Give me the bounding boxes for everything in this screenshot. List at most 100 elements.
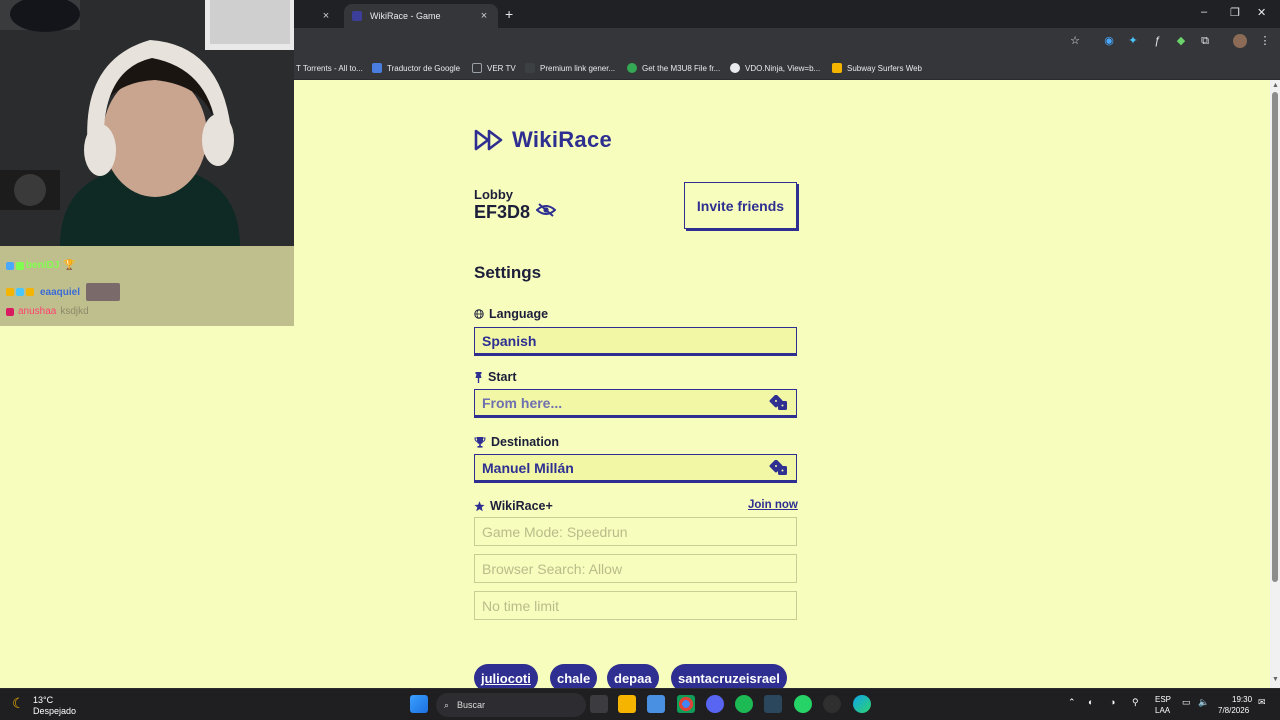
scroll-up-icon[interactable]: ▲ [1272,82,1279,89]
weather-desc[interactable]: Despejado [33,706,76,716]
subway-surfers-icon [832,63,842,73]
start-label-text: Start [488,370,517,384]
language-label-text: Language [489,307,549,321]
whatsapp-icon[interactable] [794,695,812,713]
bookmark-label: Premium link gener... [540,63,616,73]
dice-icon[interactable] [769,459,789,476]
volume-icon[interactable]: 🔈 [1198,697,1209,708]
language-select[interactable]: Spanish [474,327,797,356]
taskbar-search[interactable]: ⌕ Buscar [436,693,586,717]
bookmark-item[interactable]: VDO.Ninja, View=b... [730,61,820,75]
bookmark-item[interactable]: Get the M3U8 File fr... [627,61,720,75]
start-label: Start [474,370,516,384]
time-limit-select: No time limit [474,591,797,620]
discord-tray-icon[interactable]: ◑ [1110,697,1115,707]
join-now-link[interactable]: Join now [748,499,798,511]
bookmark-item[interactable]: T Torrents - All to... [296,61,363,75]
time-limit-value: No time limit [482,597,560,614]
lobby-label: Lobby [474,187,513,202]
start-input[interactable] [482,394,763,411]
language-indicator-bottom[interactable]: LAA [1155,706,1170,715]
bookmark-item[interactable]: Premium link gener... [525,61,615,75]
avatar[interactable] [1233,34,1247,48]
stream-chat: beniDJ 🏆 eaaquiel anushaa ksdjkd [0,246,294,326]
bookmark-label: Traductor de Google [387,63,461,73]
scrollbar-thumb[interactable] [1272,92,1278,582]
tab-previous[interactable]: × [296,4,340,28]
star-icon [474,500,485,512]
emote-icon [86,283,121,301]
translate-icon [372,63,382,73]
weather-icon[interactable]: ☾ [12,695,25,712]
brand-logo[interactable]: WikiRace [474,127,612,153]
screen: × WikiRace - Game × + – ❐ ✕ ☆ ◉ ✦ ƒ ◆ ⧉ … [0,0,1280,720]
minimize-button[interactable]: – [1201,6,1207,18]
extension-icon[interactable]: ◆ [1174,34,1188,48]
dice-icon[interactable] [769,394,789,411]
task-view-icon[interactable] [590,695,608,713]
scroll-down-icon[interactable]: ▼ [1272,676,1279,683]
tab-wikirace[interactable]: WikiRace - Game × [344,4,498,28]
invite-friends-button[interactable]: Invite friends [684,182,797,229]
edge-icon[interactable] [853,695,871,713]
clock-time[interactable]: 19:30 [1232,695,1252,704]
windows-taskbar: ☾ 13°C Despejado ⌕ Buscar ⌃ ◐ ◑ ⚲ ESP LA… [0,688,1280,720]
close-icon[interactable]: × [320,10,332,22]
close-window-button[interactable]: ✕ [1257,6,1266,19]
discord-icon[interactable] [706,695,724,713]
star-icon[interactable]: ☆ [1068,34,1082,48]
notification-icon[interactable]: ✉ [1258,697,1266,708]
spotify-icon[interactable] [735,695,753,713]
game-mode-value: Game Mode: Speedrun [482,523,628,540]
bookmark-item[interactable]: VER TV [472,61,516,75]
eye-slash-icon[interactable] [535,202,557,223]
usb-icon[interactable]: ⚲ [1132,697,1139,708]
extension-icon[interactable]: ƒ [1150,34,1164,48]
weather-temp[interactable]: 13°C [33,695,53,705]
bookmark-item[interactable]: Traductor de Google [372,61,460,75]
wikirace-plus-text: WikiRace+ [490,499,553,513]
emote-icon: 🏆 [63,260,76,271]
network-icon[interactable]: ▭ [1182,697,1191,708]
chat-user: beniDJ [26,260,60,271]
menu-icon[interactable]: ⋮ [1258,34,1272,48]
obs-icon[interactable] [823,695,841,713]
chat-user: eaaquiel [40,286,81,298]
chat-message: eaaquiel [6,283,121,301]
badge-icon [6,307,14,316]
page-scrollbar[interactable]: ▲ ▼ [1270,80,1280,688]
browser-search-value: Browser Search: Allow [482,560,623,577]
chat-message: beniDJ 🏆 [6,260,76,271]
destination-field[interactable]: Manuel Millán [474,454,797,483]
lobby-code-value: EF3D8 [474,202,531,222]
start-field[interactable] [474,389,797,418]
game-mode-select: Game Mode: Speedrun [474,517,797,546]
destination-value[interactable]: Manuel Millán [482,460,763,476]
language-label: Language [474,307,548,321]
badge-icon [26,288,34,296]
extension-icon[interactable]: ◉ [1102,34,1116,48]
chrome-icon[interactable] [677,695,695,713]
maximize-button[interactable]: ❐ [1230,6,1240,19]
clock-date[interactable]: 7/8/2026 [1218,706,1249,715]
bookmark-item[interactable]: Subway Surfers Web [832,61,922,75]
language-indicator-top[interactable]: ESP [1155,695,1171,704]
bookmark-label: VER TV [487,63,516,73]
tab-label: WikiRace - Game [370,11,441,21]
globe-icon [627,63,637,73]
chevron-up-icon[interactable]: ⌃ [1068,697,1076,708]
steam-tray-icon[interactable]: ◐ [1088,697,1093,707]
webcam-image [0,0,294,246]
new-tab-button[interactable]: + [505,6,513,22]
puzzle-icon[interactable]: ⧉ [1198,34,1212,48]
browser-search-select: Browser Search: Allow [474,554,797,583]
page-icon [525,63,535,73]
search-icon: ⌕ [444,699,450,710]
close-icon[interactable]: × [478,10,490,22]
windows-start-icon[interactable] [410,695,428,713]
photos-icon[interactable] [647,695,665,713]
steam-icon[interactable] [764,695,782,713]
trophy-icon [474,436,486,448]
extension-icon[interactable]: ✦ [1126,34,1140,48]
file-explorer-icon[interactable] [618,695,636,713]
